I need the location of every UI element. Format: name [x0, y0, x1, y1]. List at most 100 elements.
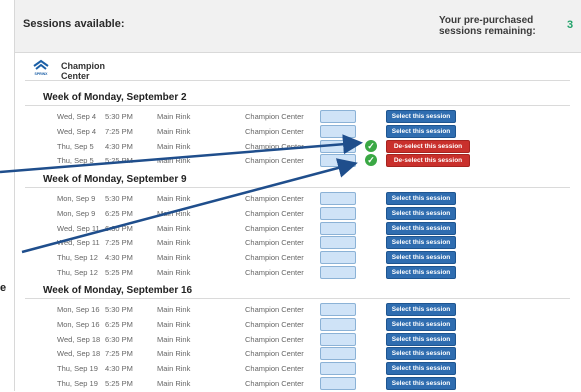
- session-quantity-field[interactable]: [320, 110, 356, 123]
- deselect-session-button[interactable]: De-select this session: [386, 154, 470, 168]
- session-row: Thu, Sep 5 5:25 PM Main Rink Champion Cente…: [15, 154, 581, 169]
- session-time: 6:30 PM: [105, 223, 133, 233]
- select-session-button[interactable]: Select this session: [386, 362, 456, 376]
- session-center: Champion Center: [245, 364, 304, 374]
- session-day: Wed, Sep 11: [57, 223, 100, 233]
- session-quantity-field[interactable]: [320, 236, 356, 250]
- session-quantity-field[interactable]: [320, 192, 356, 205]
- remaining-sessions-count: 3: [567, 19, 574, 31]
- session-quantity-field[interactable]: [320, 377, 356, 390]
- session-day: Thu, Sep 12: [57, 268, 98, 277]
- session-day: Wed, Sep 18: [57, 349, 101, 359]
- divider: [25, 80, 570, 81]
- session-rink: Main Rink: [157, 208, 191, 218]
- select-session-button[interactable]: Select this session: [386, 206, 456, 220]
- session-row: Wed, Sep 11 7:25 PM Main Rink Champion Cent…: [15, 236, 581, 251]
- session-time: 5:30 PM: [105, 112, 133, 121]
- session-row: Wed, Sep 4 7:25 PM Main Rink Champion Cente…: [15, 124, 581, 140]
- session-quantity-field[interactable]: [320, 206, 356, 220]
- session-rink: Main Rink: [157, 156, 191, 166]
- session-center: Champion Center: [245, 112, 304, 121]
- session-center: Champion Center: [245, 305, 304, 314]
- session-row: Mon, Sep 16 6:25 PM Main Rink Champion Cent…: [15, 317, 581, 333]
- session-row: Wed, Sep 11 6:30 PM Main Rink Champion Cent…: [15, 221, 581, 237]
- session-row: Thu, Sep 5 4:30 PM Main Rink Champion Cente…: [15, 139, 581, 155]
- session-row: Mon, Sep 16 5:30 PM Main Rink Champion Cent…: [15, 303, 581, 318]
- session-row: Mon, Sep 9 6:25 PM Main Rink Champion Cente…: [15, 206, 581, 222]
- session-rink: Main Rink: [157, 223, 191, 233]
- session-day: Wed, Sep 4: [57, 112, 97, 121]
- session-center: Champion Center: [245, 268, 304, 277]
- session-rink: Main Rink: [157, 319, 191, 329]
- select-session-button[interactable]: Select this session: [386, 303, 456, 316]
- select-session-button[interactable]: Select this session: [386, 266, 456, 279]
- select-session-button[interactable]: Select this session: [386, 317, 456, 331]
- session-center: Champion Center: [245, 253, 304, 263]
- session-time: 7:25 PM: [105, 238, 133, 248]
- cropped-edge-text: e: [0, 282, 7, 294]
- select-session-button[interactable]: Select this session: [386, 332, 456, 346]
- sessions-available-title: Sessions available:: [23, 18, 125, 30]
- session-quantity-field[interactable]: [320, 251, 356, 265]
- week-divider: [25, 187, 570, 188]
- select-session-button[interactable]: Select this session: [386, 236, 456, 250]
- session-row: Thu, Sep 12 5:25 PM Main Rink Champion Cent…: [15, 266, 581, 281]
- checkmark-icon: ✓: [365, 139, 377, 152]
- session-center: Champion Center: [245, 379, 304, 388]
- session-day: Mon, Sep 9: [57, 194, 96, 203]
- session-row: Thu, Sep 19 5:25 PM Main Rink Champion Cent…: [15, 377, 581, 392]
- session-day: Mon, Sep 16: [57, 319, 100, 329]
- session-time: 6:30 PM: [105, 334, 133, 344]
- session-quantity-field[interactable]: [320, 221, 356, 235]
- session-day: Thu, Sep 19: [57, 379, 98, 388]
- select-session-button[interactable]: Select this session: [386, 347, 456, 361]
- session-quantity-field[interactable]: [320, 266, 356, 279]
- session-quantity-field[interactable]: [320, 124, 356, 138]
- session-day: Mon, Sep 16: [57, 305, 100, 314]
- session-row: Mon, Sep 9 5:30 PM Main Rink Champion Cente…: [15, 192, 581, 207]
- session-row: Wed, Sep 18 6:30 PM Main Rink Champion Cent…: [15, 332, 581, 348]
- session-rink: Main Rink: [157, 141, 191, 151]
- session-quantity-field[interactable]: [320, 362, 356, 376]
- session-quantity-field[interactable]: [320, 317, 356, 331]
- session-quantity-field[interactable]: [320, 139, 356, 153]
- sessions-header: Sessions available: Your pre-purchased s…: [15, 0, 581, 53]
- session-quantity-field[interactable]: [320, 303, 356, 316]
- session-time: 4:30 PM: [105, 364, 133, 374]
- sprinx-logo-icon: SPRINX: [33, 59, 49, 76]
- session-rink: Main Rink: [157, 253, 191, 263]
- session-row: Thu, Sep 19 4:30 PM Main Rink Champion Cent…: [15, 362, 581, 377]
- session-quantity-field[interactable]: [320, 154, 356, 168]
- session-rink: Main Rink: [157, 379, 191, 388]
- select-session-button[interactable]: Select this session: [386, 124, 456, 138]
- session-center: Champion Center: [245, 238, 304, 248]
- session-time: 6:25 PM: [105, 208, 133, 218]
- session-rink: Main Rink: [157, 334, 191, 344]
- center-name: Champion Center: [61, 61, 105, 81]
- select-session-button[interactable]: Select this session: [386, 110, 456, 123]
- session-row: Thu, Sep 12 4:30 PM Main Rink Champion Cent…: [15, 251, 581, 266]
- session-time: 7:25 PM: [105, 126, 133, 136]
- select-session-button[interactable]: Select this session: [386, 251, 456, 265]
- sessions-panel: Sessions available: Your pre-purchased s…: [14, 0, 581, 391]
- session-center: Champion Center: [245, 156, 304, 166]
- deselect-session-button[interactable]: De-select this session: [386, 139, 470, 153]
- session-rink: Main Rink: [157, 349, 191, 359]
- session-day: Thu, Sep 5: [57, 156, 94, 166]
- session-quantity-field[interactable]: [320, 332, 356, 346]
- select-session-button[interactable]: Select this session: [386, 377, 456, 390]
- session-time: 4:30 PM: [105, 253, 133, 263]
- session-center: Champion Center: [245, 223, 304, 233]
- session-time: 5:25 PM: [105, 268, 133, 277]
- session-rink: Main Rink: [157, 112, 191, 121]
- week-divider: [25, 105, 570, 106]
- week-title: Week of Monday, September 2: [43, 92, 187, 103]
- select-session-button[interactable]: Select this session: [386, 192, 456, 205]
- session-time: 5:30 PM: [105, 305, 133, 314]
- session-time: 5:30 PM: [105, 194, 133, 203]
- select-session-button[interactable]: Select this session: [386, 221, 456, 235]
- session-quantity-field[interactable]: [320, 347, 356, 361]
- remaining-sessions-label: Your pre-purchased sessions remaining:: [439, 15, 536, 37]
- session-time: 4:30 PM: [105, 141, 133, 151]
- session-rink: Main Rink: [157, 238, 191, 248]
